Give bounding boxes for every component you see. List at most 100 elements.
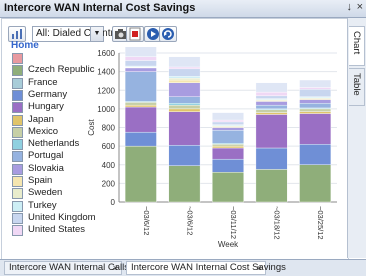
y-tick-label: 1000 xyxy=(97,105,115,114)
bar-segment xyxy=(125,105,156,107)
stacked-bar-chart: 02004006008001000120014001600~03/6/12~03… xyxy=(82,47,347,259)
tab-chart[interactable]: Chart xyxy=(349,26,365,66)
legend-label: Hungary xyxy=(28,101,64,112)
bar-segment xyxy=(300,165,331,202)
bar-segment xyxy=(125,68,156,72)
y-tick-label: 1600 xyxy=(97,49,115,58)
dialed-country-select-value: All: Dialed Country xyxy=(36,28,119,39)
bar-segment xyxy=(256,113,287,115)
x-tick-label: ~03/25/12 xyxy=(316,206,325,240)
bar-segment xyxy=(212,128,243,131)
tab-internal-calls[interactable]: Intercore WAN Internal Calls × xyxy=(4,261,122,275)
bar-segment xyxy=(169,57,200,67)
chevron-down-icon[interactable]: ▼ xyxy=(90,27,103,41)
tab-internal-cost-savings-label: Intercore WAN Internal Cost Savings xyxy=(131,262,286,273)
legend-swatch xyxy=(12,139,23,150)
legend-label: Portugal xyxy=(28,150,63,161)
bar-segment xyxy=(169,145,200,165)
legend-swatch xyxy=(12,53,23,64)
x-tick-label: ~03/11/12 xyxy=(229,206,238,239)
legend-label: Turkey xyxy=(28,200,57,211)
legend-swatch xyxy=(12,102,23,113)
legend-label: Japan xyxy=(28,114,54,125)
bar-segment xyxy=(169,105,200,109)
bar-segment xyxy=(125,102,156,105)
pdf-export-icon[interactable] xyxy=(126,26,144,42)
tab-internal-calls-label: Intercore WAN Internal Calls xyxy=(9,262,129,273)
bar-segment xyxy=(125,57,156,61)
chart-svg: 02004006008001000120014001600~03/6/12~03… xyxy=(82,47,347,259)
bar-segment xyxy=(212,130,243,143)
bottom-tab-bar: Intercore WAN Internal Calls × Intercore… xyxy=(0,259,366,276)
bar-segment xyxy=(300,144,331,164)
bar-segment xyxy=(256,148,287,169)
legend-label: United States xyxy=(28,224,85,235)
x-tick-label: ~03/6/12 xyxy=(185,206,194,235)
breadcrumb-home[interactable]: Home xyxy=(11,40,39,51)
x-tick-label: ~03/18/12 xyxy=(273,206,282,240)
close-icon[interactable]: × xyxy=(113,262,118,274)
legend-label: Slovakia xyxy=(28,163,64,174)
pin-icon[interactable]: ↓ xyxy=(347,1,353,13)
bar-segment xyxy=(212,122,243,125)
content-panel: All: Dialed Country ▼ xyxy=(1,18,349,260)
window-title: Intercore WAN Internal Cost Savings xyxy=(4,2,195,14)
bar-segment xyxy=(212,148,243,159)
legend-label: Spain xyxy=(28,175,52,186)
y-tick-label: 400 xyxy=(102,161,116,170)
close-icon[interactable]: × xyxy=(257,262,262,274)
legend-swatch xyxy=(12,164,23,175)
bar-segment xyxy=(256,105,287,109)
legend-swatch xyxy=(12,65,23,76)
tab-chart-label: Chart xyxy=(351,31,362,54)
bar-segment xyxy=(212,144,243,146)
bar-segment xyxy=(256,83,287,92)
bar-segment xyxy=(300,114,331,145)
bar-segment xyxy=(300,80,331,87)
legend-swatch xyxy=(12,176,23,187)
bar-segment xyxy=(125,132,156,146)
bar-segment xyxy=(169,67,200,69)
y-tick-label: 0 xyxy=(111,198,116,207)
bar-segment xyxy=(169,109,200,112)
legend-swatch xyxy=(12,151,23,162)
y-axis-label: Cost xyxy=(87,119,96,136)
side-tab-strip: Chart Table xyxy=(347,18,366,258)
bar-segment xyxy=(256,96,287,99)
tab-table[interactable]: Table xyxy=(349,68,365,106)
legend-swatch xyxy=(12,225,23,236)
x-tick-label: ~03/6/12 xyxy=(142,206,151,235)
bar-segment xyxy=(125,60,156,66)
bar-segment xyxy=(125,107,156,132)
legend-label: France xyxy=(28,77,58,88)
tab-internal-cost-savings[interactable]: Intercore WAN Internal Cost Savings × xyxy=(126,261,266,275)
refresh-icon[interactable] xyxy=(159,26,177,42)
window-titlebar: Intercore WAN Internal Cost Savings ↓ × xyxy=(0,0,366,18)
bar-segment xyxy=(169,69,200,76)
legend-swatch xyxy=(12,188,23,199)
bar-segment xyxy=(169,166,200,202)
legend-swatch xyxy=(12,90,23,101)
y-tick-label: 1400 xyxy=(97,68,115,77)
bar-segment xyxy=(256,169,287,202)
bar-segment xyxy=(300,112,331,114)
y-tick-label: 200 xyxy=(102,179,116,188)
toolbar: All: Dialed Country ▼ xyxy=(8,25,338,45)
bar-segment xyxy=(169,83,200,97)
bar-segment xyxy=(300,87,331,89)
bar-segment xyxy=(212,146,243,148)
bar-segment xyxy=(125,72,156,102)
y-tick-label: 800 xyxy=(102,124,116,133)
close-icon[interactable]: × xyxy=(357,1,363,13)
bar-segment xyxy=(300,100,331,104)
legend-label: Germany xyxy=(28,89,67,100)
bar-segment xyxy=(169,80,200,83)
bar-segment xyxy=(256,114,287,148)
dialed-country-select[interactable]: All: Dialed Country ▼ xyxy=(32,26,104,42)
bar-segment xyxy=(300,103,331,108)
bar-segment xyxy=(169,103,200,105)
bar-segment xyxy=(212,120,243,122)
bar-segment xyxy=(256,110,287,113)
bar-segment xyxy=(169,76,200,78)
legend-swatch xyxy=(12,115,23,126)
